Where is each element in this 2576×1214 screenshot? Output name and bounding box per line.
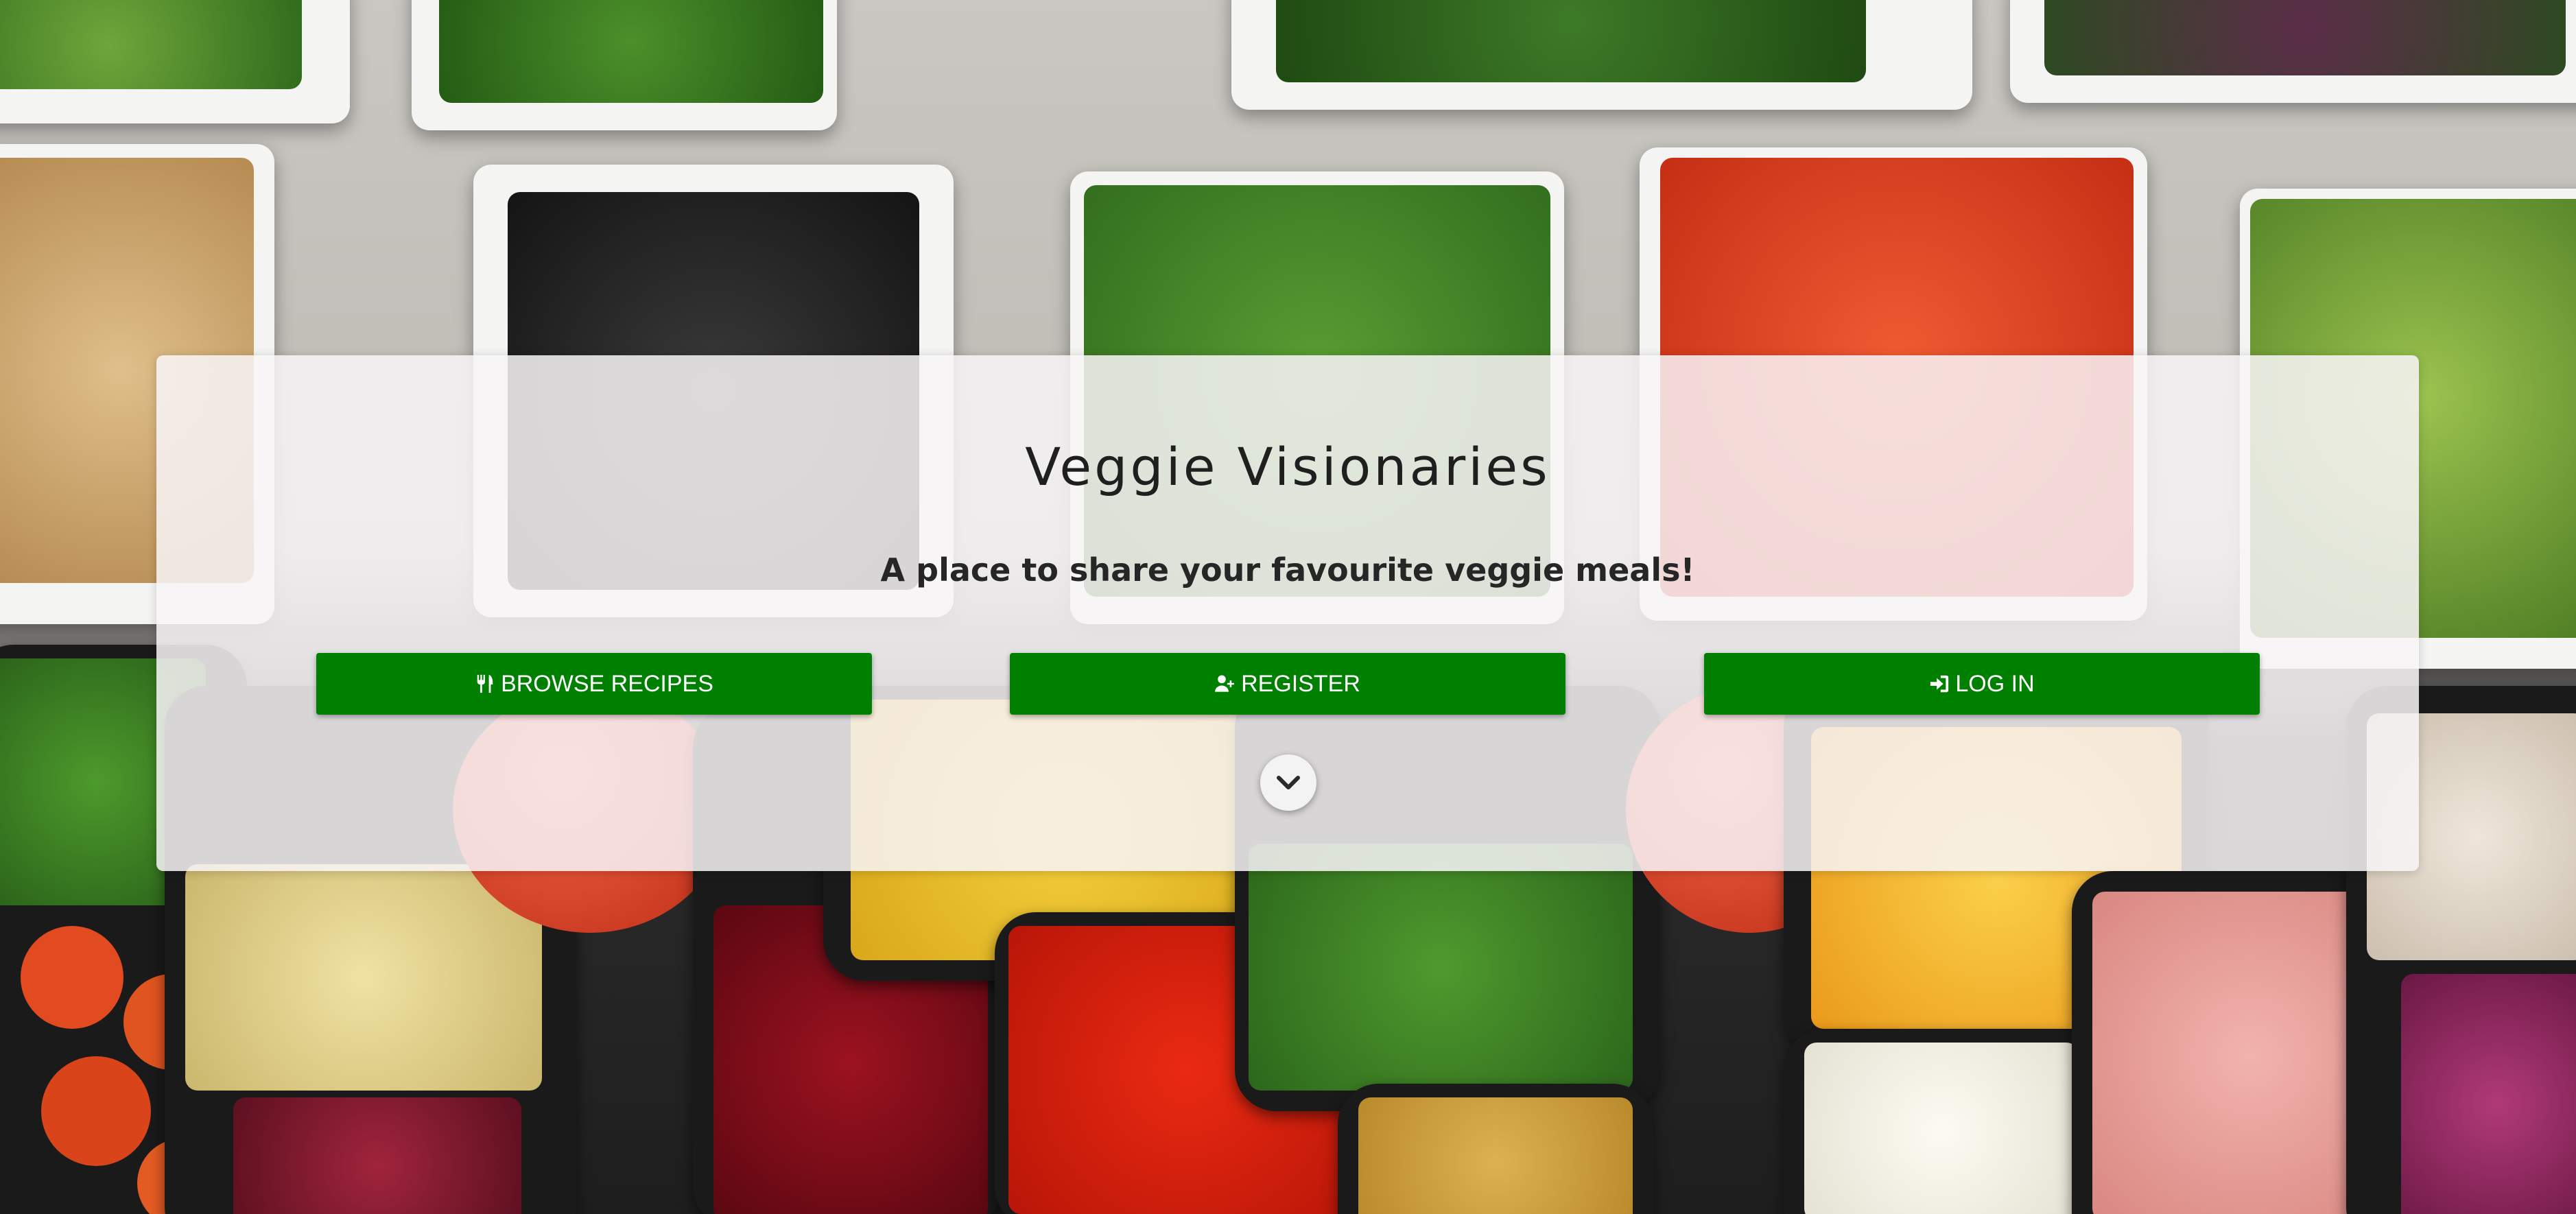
sign-in-icon — [1930, 675, 1949, 693]
site-title: Veggie Visionaries — [1025, 436, 1550, 497]
register-label: REGISTER — [1241, 670, 1360, 697]
browse-recipes-button[interactable]: BROWSE RECIPES — [316, 653, 872, 715]
log-in-button[interactable]: LOG IN — [1704, 653, 2260, 715]
chevron-down-icon — [1277, 776, 1300, 789]
site-tagline: A place to share your favourite veggie m… — [880, 551, 1695, 588]
utensils-icon — [477, 674, 493, 693]
scroll-down-button[interactable] — [1260, 754, 1316, 811]
log-in-label: LOG IN — [1955, 670, 2035, 697]
register-button[interactable]: REGISTER — [1010, 653, 1565, 715]
hero-section: Veggie Visionaries A place to share your… — [0, 0, 2576, 1214]
intro-panel: Veggie Visionaries A place to share your… — [156, 355, 2419, 871]
browse-recipes-label: BROWSE RECIPES — [501, 670, 713, 697]
user-plus-icon — [1215, 675, 1235, 692]
